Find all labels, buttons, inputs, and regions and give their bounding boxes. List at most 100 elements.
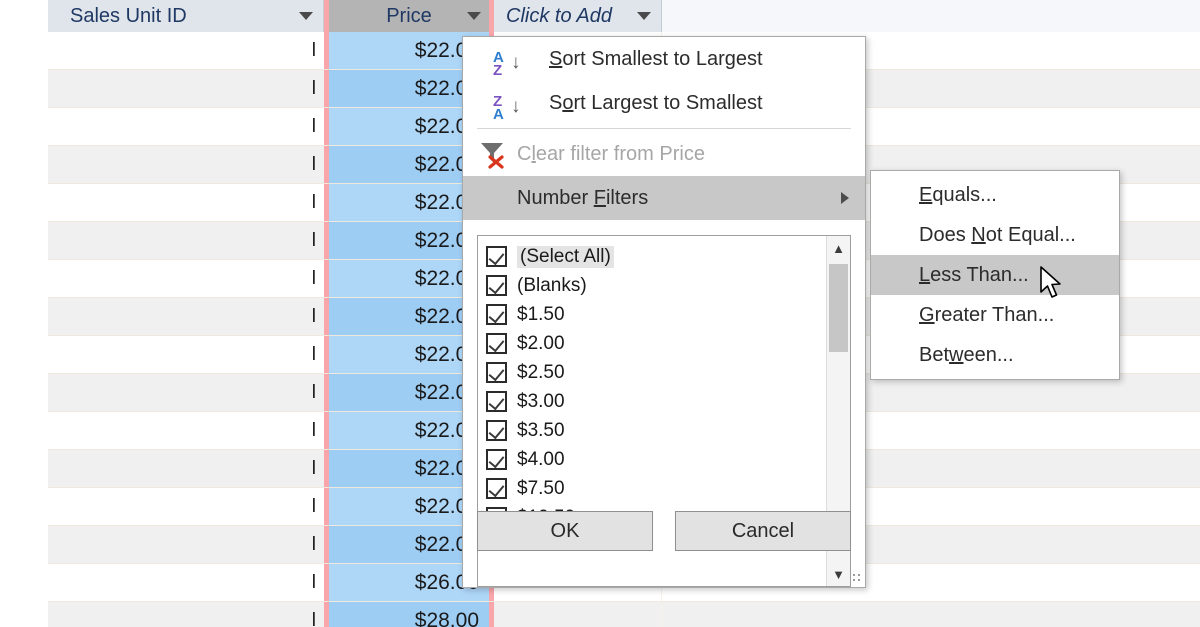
cell-sales-unit-id[interactable]: l <box>48 222 324 259</box>
price-filter-dropdown: A Z ↓ Sort Smallest to Largest Z A ↓ Sort La… <box>462 36 866 588</box>
scroll-up-icon[interactable]: ▲ <box>827 236 850 260</box>
column-header-empty <box>662 0 1200 32</box>
list-item[interactable]: $7.50 <box>486 474 826 503</box>
submenu-item-between[interactable]: Between... <box>871 335 1119 375</box>
cell-sales-unit-id[interactable]: l <box>48 602 324 627</box>
checkbox-checked-icon[interactable] <box>486 420 507 441</box>
mouse-cursor <box>1040 266 1066 307</box>
list-item[interactable]: $4.00 <box>486 445 826 474</box>
cell-value: l <box>311 533 316 555</box>
cell-sales-unit-id[interactable]: l <box>48 146 324 183</box>
cell-value: $28.00 <box>414 608 479 627</box>
submenu-item-greater-than[interactable]: Greater Than... <box>871 295 1119 335</box>
column-header-label: Price <box>386 4 432 27</box>
cell-value: l <box>311 381 316 403</box>
menu-item-clear-filter: Clear filter from Price <box>463 132 865 176</box>
checkbox-checked-icon[interactable] <box>486 362 507 383</box>
cell-sales-unit-id[interactable]: l <box>48 564 324 601</box>
list-item[interactable]: $3.00 <box>486 387 826 416</box>
cell-sales-unit-id[interactable]: l <box>48 450 324 487</box>
cell-value: l <box>311 191 316 213</box>
cell-sales-unit-id[interactable]: l <box>48 260 324 297</box>
list-item-label: $3.50 <box>517 419 565 441</box>
checkbox-checked-icon[interactable] <box>486 333 507 354</box>
cell-value: l <box>311 115 316 137</box>
cell-value: l <box>311 609 316 627</box>
column-header-price[interactable]: Price <box>324 0 494 32</box>
submenu-item-label: Equals... <box>919 183 997 206</box>
cell-value: l <box>311 267 316 289</box>
cell-sales-unit-id[interactable]: l <box>48 412 324 449</box>
submenu-item-label: Between... <box>919 343 1014 366</box>
menu-divider <box>477 128 851 129</box>
checkbox-checked-icon[interactable] <box>486 449 507 470</box>
submenu-item-label: Greater Than... <box>919 303 1055 326</box>
submenu-item-label: Does Not Equal... <box>919 223 1076 246</box>
cell-sales-unit-id[interactable]: l <box>48 184 324 221</box>
cell-value: l <box>311 457 316 479</box>
cell-sales-unit-id[interactable]: l <box>48 336 324 373</box>
list-item-label: $2.00 <box>517 332 565 354</box>
sort-descending-icon: Z A ↓ <box>493 93 521 123</box>
submenu-item-does-not-equal[interactable]: Does Not Equal... <box>871 215 1119 255</box>
column-header-label: Click to Add <box>506 4 612 27</box>
filter-dialog-buttons: OK Cancel <box>477 511 851 551</box>
chevron-down-icon[interactable] <box>467 12 481 20</box>
list-item-label: $1.50 <box>517 303 565 325</box>
resize-grip[interactable] <box>848 570 860 582</box>
chevron-down-icon[interactable] <box>299 12 313 20</box>
menu-item-sort-smallest-to-largest[interactable]: A Z ↓ Sort Smallest to Largest <box>463 37 865 81</box>
list-item-label: $7.50 <box>517 477 565 499</box>
cell-value: l <box>311 229 316 251</box>
list-item[interactable]: $2.00 <box>486 329 826 358</box>
menu-item-number-filters[interactable]: Number Filters <box>463 176 865 220</box>
cell-sales-unit-id[interactable]: l <box>48 374 324 411</box>
cell-sales-unit-id[interactable]: l <box>48 32 324 69</box>
checkbox-checked-icon[interactable] <box>486 246 507 267</box>
datasheet-column-headers: Sales Unit ID Price Click to Add <box>48 0 1200 32</box>
checkbox-checked-icon[interactable] <box>486 478 507 499</box>
column-header-label: Sales Unit ID <box>70 4 187 27</box>
column-header-click-to-add[interactable]: Click to Add <box>494 0 662 32</box>
list-item[interactable]: (Select All) <box>486 242 826 271</box>
sort-ascending-icon: A Z ↓ <box>493 49 521 79</box>
checkbox-checked-icon[interactable] <box>486 304 507 325</box>
cell-sales-unit-id[interactable]: l <box>48 298 324 335</box>
scroll-down-icon[interactable]: ▼ <box>827 562 850 586</box>
menu-item-sort-largest-to-smallest[interactable]: Z A ↓ Sort Largest to Smallest <box>463 81 865 125</box>
cell-value: l <box>311 571 316 593</box>
list-item[interactable]: $2.50 <box>486 358 826 387</box>
cell-value: l <box>311 77 316 99</box>
checkbox-checked-icon[interactable] <box>486 391 507 412</box>
column-header-sales-unit-id[interactable]: Sales Unit ID <box>48 0 324 32</box>
list-item-label: (Blanks) <box>517 274 587 296</box>
scrollbar-thumb[interactable] <box>829 264 848 352</box>
ok-button[interactable]: OK <box>477 511 653 551</box>
cell-price[interactable]: $28.00 <box>324 602 494 627</box>
submenu-item-less-than[interactable]: Less Than... <box>871 255 1119 295</box>
number-filters-submenu: Equals... Does Not Equal... Less Than... Gr… <box>870 170 1120 380</box>
list-item-label: (Select All) <box>517 245 614 268</box>
table-row[interactable]: l $28.00 <box>48 602 1200 627</box>
cell-value: l <box>311 305 316 327</box>
cell-sales-unit-id[interactable]: l <box>48 70 324 107</box>
list-item[interactable]: (Blanks) <box>486 271 826 300</box>
cell-sales-unit-id[interactable]: l <box>48 488 324 525</box>
cell-sales-unit-id[interactable]: l <box>48 526 324 563</box>
menu-item-label: Sort Smallest to Largest <box>549 47 763 70</box>
chevron-right-icon <box>841 192 849 204</box>
clear-filter-icon <box>477 139 509 169</box>
menu-item-label: Number Filters <box>517 186 649 209</box>
cancel-button[interactable]: Cancel <box>675 511 851 551</box>
row-selector-gutter <box>0 0 48 627</box>
cell-empty[interactable] <box>494 602 662 627</box>
chevron-down-icon[interactable] <box>637 12 651 20</box>
list-item-label: $4.00 <box>517 448 565 470</box>
submenu-item-equals[interactable]: Equals... <box>871 175 1119 215</box>
list-item-label: $2.50 <box>517 361 565 383</box>
list-item[interactable]: $1.50 <box>486 300 826 329</box>
cell-sales-unit-id[interactable]: l <box>48 108 324 145</box>
checkbox-checked-icon[interactable] <box>486 275 507 296</box>
list-item[interactable]: $3.50 <box>486 416 826 445</box>
menu-item-label: Sort Largest to Smallest <box>549 91 763 114</box>
